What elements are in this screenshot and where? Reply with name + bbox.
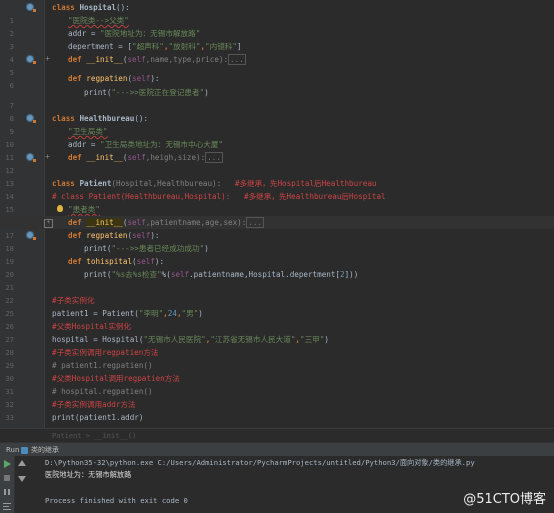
run-toolbar (0, 456, 15, 513)
folded-code[interactable]: ... (205, 152, 223, 163)
console-command-line: D:\Python35-32\python.exe C:/Users/Admin… (45, 458, 475, 467)
override-icon[interactable] (26, 153, 36, 162)
folded-code[interactable]: ... (228, 54, 246, 65)
code-line[interactable]: 29 #子类实例调用regpatien方法 (0, 346, 554, 370)
code-line[interactable]: 8 (0, 99, 554, 123)
code-line[interactable]: 34 print(patient1.addr) (0, 411, 554, 428)
code-line[interactable]: 28 hospital = Hospital("无锡市人民医院","江苏省无锡市… (0, 333, 554, 357)
soft-wrap-icon[interactable] (3, 502, 11, 510)
rerun-icon[interactable] (3, 460, 11, 468)
code-line[interactable]: 15 # class Patient(Healthbureau,Hospital… (0, 190, 554, 214)
code-line[interactable]: 19 print("--->>患者已经成功成功") (0, 242, 554, 266)
scroll-down-icon[interactable] (18, 474, 26, 482)
override-icon[interactable] (26, 114, 36, 123)
code-line[interactable]: 30 # patient1.regpatien() (0, 359, 554, 383)
code-line[interactable]: 26 patient1 = Patient("李明",24,"男") (0, 307, 554, 331)
code-line[interactable]: 16 "患者类" (0, 203, 554, 227)
python-file-icon (21, 447, 28, 454)
pause-icon[interactable] (3, 488, 11, 496)
code-line[interactable]: 9 class Healthbureau(): (0, 112, 554, 136)
lightbulb-icon[interactable] (57, 205, 63, 212)
code-line[interactable]: 3 addr = "医院地址为：无锡市解放路" (0, 27, 554, 51)
override-icon[interactable] (26, 231, 36, 240)
code-line[interactable]: 33 #子类实例调用addr方法 (0, 398, 554, 422)
code-line[interactable]: 32 # hospital.regpatien() (0, 385, 554, 409)
code-line[interactable]: 27 #父类Hospital实例化 (0, 320, 554, 344)
run-console[interactable]: D:\Python35-32\python.exe C:/Users/Admin… (0, 456, 554, 513)
code-line[interactable]: 5 + def __init__(self,name,type,price):.… (0, 53, 554, 77)
run-tab[interactable]: 类的继承 (31, 443, 59, 457)
code-line[interactable]: 11 addr = "卫生局类地址为：无锡市中心大厦" (0, 138, 554, 162)
folded-code[interactable]: ... (246, 217, 265, 228)
fold-plus-icon[interactable]: + (44, 55, 51, 63)
override-icon[interactable] (26, 55, 36, 64)
scroll-up-icon[interactable] (18, 460, 26, 468)
code-line[interactable]: 4 depertment = ["超声科","放射科","内镜科"] (0, 40, 554, 64)
code-line[interactable]: 7 print("--->>医院正在登记患者") (0, 86, 554, 110)
code-line[interactable]: 2 "医院类-->父类" (0, 14, 554, 38)
fold-expand-icon[interactable]: + (44, 219, 53, 228)
code-line[interactable]: 21 print("%s去%s检查"%(self.patientname,Hos… (0, 268, 554, 292)
code-line[interactable]: 13 (0, 164, 554, 188)
code-line[interactable]: 14 class Patient(Hospital,Healthbureau):… (0, 177, 554, 201)
code-line[interactable]: 31 #父类Hospital调用regpatien方法 (0, 372, 554, 396)
run-tool-window-header[interactable]: Run 类的继承 (0, 442, 554, 457)
code-line[interactable]: def regpatien(self): (0, 72, 554, 85)
override-icon[interactable] (26, 3, 36, 12)
stop-icon[interactable] (3, 474, 11, 482)
code-editor[interactable]: 1 class Hospital(): 2 "医院类-->父类" 3 addr … (0, 0, 554, 428)
breadcrumb[interactable]: Patient > __init__() (0, 428, 554, 443)
code-line[interactable]: 1 class Hospital(): (0, 1, 554, 25)
console-exit-line: Process finished with exit code 0 (45, 496, 188, 505)
run-label: Run (6, 446, 20, 454)
watermark: @51CTO博客 (463, 492, 546, 507)
code-line[interactable]: 18 def regpatien(self): (0, 229, 554, 253)
console-result-line: 医院地址为：无锡市解放路 (45, 470, 132, 479)
code-line[interactable]: 25 #子类实例化 (0, 294, 554, 318)
code-line[interactable]: 10 "卫生局类" (0, 125, 554, 149)
code-line[interactable]: 22 (0, 281, 554, 305)
code-line[interactable]: 12 + def __init__(self,heigh,size):... (0, 151, 554, 175)
fold-plus-icon[interactable]: + (44, 153, 51, 161)
breadcrumb-path[interactable]: Patient > __init__() (52, 429, 136, 443)
code-line-current[interactable]: 17 + def __init__(self,patientname,age,s… (0, 216, 554, 240)
code-line[interactable]: 20 def tohispital(self): (0, 255, 554, 279)
